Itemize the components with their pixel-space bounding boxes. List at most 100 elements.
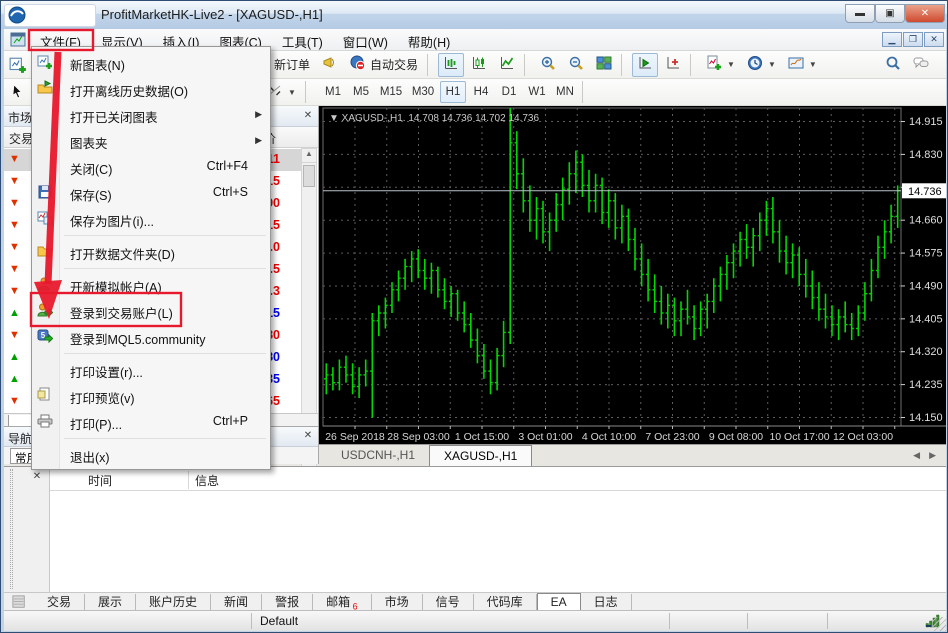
publisher-button[interactable] (317, 53, 343, 77)
tab-scroll-right-icon[interactable]: ▶ (929, 450, 936, 461)
terminal-tab-news[interactable]: 新闻 (211, 594, 262, 611)
file-menu-item-exit[interactable]: 退出(x) (32, 442, 270, 468)
market-watch-close-icon[interactable]: ✕ (301, 109, 315, 123)
file-menu-item-save-as-picture[interactable]: 保存为图片(i)... (32, 206, 270, 232)
terminal-tab-code-base[interactable]: 代码库 (474, 594, 537, 611)
file-menu-item-profiles[interactable]: 图表夹▶ (32, 128, 270, 154)
terminal-grip[interactable] (10, 469, 13, 589)
statusbar-divider (827, 613, 828, 629)
timeframe-m1[interactable]: M1 (320, 81, 346, 103)
terminal-tab-market[interactable]: 市场 (372, 594, 423, 611)
toolbar-separator (582, 81, 589, 103)
chart-area[interactable]: 14.91514.83014.74514.66014.57514.49014.4… (319, 106, 946, 444)
child-minimize-button[interactable]: ▁ (882, 32, 902, 47)
timeframe-w1[interactable]: W1 (524, 81, 550, 103)
bar-chart-button[interactable] (438, 53, 464, 77)
terminal-tab-journal[interactable]: 日志 (581, 594, 632, 611)
file-menu-item-open-offline[interactable]: 打开离线历史数据(O) (32, 76, 270, 102)
terminal-close-button[interactable]: ✕ (30, 471, 44, 485)
autotrading-icon (350, 55, 366, 74)
scroll-thumb[interactable] (303, 165, 315, 187)
indicators-icon (706, 55, 722, 74)
chart-tab-usdcnh-h1[interactable]: USDCNH-,H1 (327, 445, 430, 466)
menubar-item-tools[interactable]: 工具(T) (272, 29, 333, 51)
chart-shift-button[interactable] (660, 53, 686, 77)
chart-tab-xagusd-h1[interactable]: XAGUSD-,H1 (429, 445, 532, 466)
file-menu-item-print-preview[interactable]: 打印预览(v) (32, 383, 270, 409)
file-menu-item-save[interactable]: 保存(S)Ctrl+S (32, 180, 270, 206)
child-restore-button[interactable]: ❐ (903, 32, 923, 47)
terminal-tab-signals[interactable]: 信号 (423, 594, 474, 611)
tab-scroll-left-icon[interactable]: ◀ (913, 450, 920, 461)
menu-shortcut: Ctrl+F4 (207, 159, 248, 173)
terminal-tab-bar: 交易展示账户历史新闻警报邮箱 6市场信号代码库EA日志 (4, 592, 946, 610)
navigator-close-icon[interactable]: ✕ (301, 429, 315, 443)
search-button[interactable] (880, 53, 906, 77)
scroll-up-icon[interactable]: ▲ (302, 149, 316, 163)
svg-text:14.320: 14.320 (909, 346, 943, 358)
chevron-down-icon[interactable]: ▼ (288, 88, 296, 97)
title-bar: ProfitMarketHK-Live2 - [XAGUSD-,H1] ▬ ▣ … (1, 1, 948, 29)
cursor-icon[interactable] (10, 84, 26, 105)
terminal-tab-account-history[interactable]: 账户历史 (136, 594, 211, 611)
file-menu-item-open-closed-chart[interactable]: 打开已关闭图表▶ (32, 102, 270, 128)
child-close-button[interactable]: ✕ (924, 32, 944, 47)
file-menu-item-close[interactable]: 关闭(C)Ctrl+F4 (32, 154, 270, 180)
autotrading-button[interactable]: 自动交易 (345, 53, 423, 77)
toolbar-separator (690, 54, 697, 76)
timeframe-m30[interactable]: M30 (408, 81, 438, 103)
candlestick-chart-button[interactable] (466, 53, 492, 77)
maximize-button[interactable]: ▣ (875, 4, 905, 23)
toolbar-separator (621, 54, 628, 76)
svg-text:3 Oct 01:00: 3 Oct 01:00 (518, 431, 572, 443)
terminal-tab-exposure[interactable]: 展示 (85, 594, 136, 611)
chevron-down-icon[interactable]: ▼ (727, 60, 735, 69)
save-icon (37, 184, 53, 203)
indicators-button[interactable]: ▼ (701, 53, 740, 77)
message-column-header[interactable]: 信息 (195, 472, 219, 489)
close-button[interactable]: ✕ (905, 4, 945, 23)
auto-scroll-button[interactable] (632, 53, 658, 77)
search-icon (885, 55, 901, 74)
tile-windows-button[interactable] (591, 53, 617, 77)
timeframe-h1[interactable]: H1 (440, 81, 466, 103)
terminal-tab-alerts[interactable]: 警报 (262, 594, 313, 611)
timeframe-h4[interactable]: H4 (468, 81, 494, 103)
file-menu-item-new-demo-account[interactable]: 开新模拟帐户(A) (32, 272, 270, 298)
time-column-header[interactable]: 时间 (88, 472, 112, 489)
mdi-chart-icon[interactable] (10, 32, 26, 53)
price-up-icon: ▲ (9, 373, 20, 385)
chevron-down-icon[interactable]: ▼ (768, 60, 776, 69)
timeframe-m5[interactable]: M5 (348, 81, 374, 103)
zoom-in-button[interactable] (535, 53, 561, 77)
resize-grip[interactable] (932, 617, 946, 631)
community-chat-button[interactable] (908, 53, 934, 77)
new-chart-toolbar-icon[interactable] (9, 56, 27, 79)
minimize-button[interactable]: ▬ (845, 4, 875, 23)
timeframe-mn[interactable]: MN (552, 81, 578, 103)
file-menu-item-login-trade-account[interactable]: 登录到交易账户(L) (32, 298, 270, 324)
timeframe-m15[interactable]: M15 (376, 81, 406, 103)
terminal-tab-trade[interactable]: 交易 (34, 594, 85, 611)
profile-selector[interactable]: Default (260, 614, 298, 628)
zoom-out-button[interactable] (563, 53, 589, 77)
menubar-item-window[interactable]: 窗口(W) (333, 29, 398, 51)
chevron-down-icon[interactable]: ▼ (809, 60, 817, 69)
file-menu-item-print[interactable]: 打印(P)...Ctrl+P (32, 409, 270, 435)
column-divider[interactable] (188, 471, 189, 489)
svg-text:14.830: 14.830 (909, 149, 943, 161)
toolbar-separator (427, 54, 434, 76)
price-down-icon: ▼ (9, 263, 20, 275)
timeframe-d1[interactable]: D1 (496, 81, 522, 103)
price-down-icon: ▼ (9, 219, 20, 231)
templates-button[interactable]: ▼ (783, 53, 822, 77)
menubar-item-help[interactable]: 帮助(H) (398, 29, 460, 51)
terminal-tab-mailbox[interactable]: 邮箱 6 (313, 594, 372, 611)
file-menu-item-print-setup[interactable]: 打印设置(r)... (32, 357, 270, 383)
file-menu-item-open-data-folder[interactable]: 打开数据文件夹(D) (32, 239, 270, 265)
periods-button[interactable]: ▼ (742, 53, 781, 77)
line-chart-button[interactable] (494, 53, 520, 77)
terminal-tab-ea[interactable]: EA (537, 593, 581, 610)
file-menu-item-login-mql5[interactable]: 5登录到MQL5.community (32, 324, 270, 350)
file-menu-item-new-chart[interactable]: 新图表(N) (32, 50, 270, 76)
